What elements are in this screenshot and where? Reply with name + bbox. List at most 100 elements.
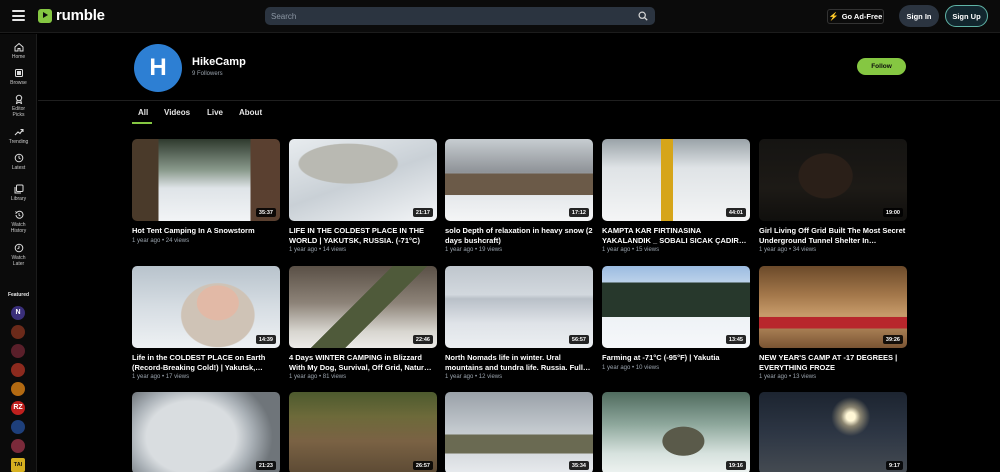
video-meta: 1 year ago • 19 views <box>445 247 503 253</box>
video-duration: 39:26 <box>882 335 903 344</box>
video-duration: 17:12 <box>568 208 589 217</box>
video-thumbnail[interactable]: 13:45 <box>602 266 750 348</box>
sidebar-item-watch-later[interactable]: Watch Later <box>0 243 37 267</box>
tab-about[interactable]: About <box>239 108 262 117</box>
video-duration: 44:01 <box>725 208 746 217</box>
video-card[interactable]: 44:01 KAMPTA KAR FIRTINASINA YAKALANDIK … <box>602 139 750 253</box>
video-card[interactable]: 26:57 <box>289 392 437 472</box>
featured-channel-avatar[interactable] <box>11 439 25 453</box>
video-duration: 35:37 <box>255 208 276 217</box>
sidebar-item-browse[interactable]: Browse <box>0 68 37 87</box>
bolt-icon: ⚡ <box>828 12 839 21</box>
video-card[interactable]: 39:26 NEW YEAR'S CAMP AT -17 DEGREES | E… <box>759 266 907 380</box>
video-meta: 1 year ago • 15 views <box>602 247 660 253</box>
video-title[interactable]: North Nomads life in winter. Ural mounta… <box>445 353 593 372</box>
sidebar-item-library[interactable]: Library <box>0 184 37 203</box>
divider <box>38 100 1000 101</box>
video-card[interactable]: 19:00 Girl Living Off Grid Built The Mos… <box>759 139 907 253</box>
video-thumbnail[interactable]: 39:26 <box>759 266 907 348</box>
featured-channel-avatar[interactable] <box>11 420 25 434</box>
video-meta: 1 year ago • 10 views <box>602 364 660 371</box>
watch-later-icon <box>14 243 23 253</box>
sidebar-item-editor-picks[interactable]: Editor Picks <box>0 94 37 118</box>
video-card[interactable]: 9:17 <box>759 392 907 472</box>
browse-icon <box>14 69 23 77</box>
video-card[interactable]: 21:23 <box>132 392 280 472</box>
video-thumbnail[interactable]: 17:12 <box>445 139 593 221</box>
follow-button[interactable]: Follow <box>857 58 906 75</box>
video-meta: 1 year ago • 24 views <box>132 237 190 244</box>
video-title[interactable]: KAMPTA KAR FIRTINASINA YAKALANDIK _ SOBA… <box>602 226 750 245</box>
video-thumbnail[interactable]: 19:00 <box>759 139 907 221</box>
video-meta: 1 year ago • 34 views <box>759 247 817 253</box>
featured-channel-avatar[interactable] <box>11 382 25 396</box>
search-input[interactable] <box>271 7 631 25</box>
video-card[interactable]: 22:46 4 Days WINTER CAMPING in Blizzard … <box>289 266 437 380</box>
video-thumbnail[interactable]: 56:57 <box>445 266 593 348</box>
video-title[interactable]: NEW YEAR'S CAMP AT -17 DEGREES | EVERYTH… <box>759 353 907 372</box>
sidebar-item-label: Editor Picks <box>11 106 26 118</box>
video-thumbnail[interactable]: 44:01 <box>602 139 750 221</box>
featured-channel-avatar[interactable]: RZ <box>11 401 25 415</box>
video-thumbnail[interactable]: 22:46 <box>289 266 437 348</box>
sidebar-item-trending[interactable]: Trending <box>0 127 37 146</box>
video-title[interactable]: Life in the COLDEST PLACE on Earth (Reco… <box>132 353 280 372</box>
video-title[interactable]: LIFE IN THE COLDEST PLACE IN THE WORLD |… <box>289 226 437 245</box>
featured-channel-avatar[interactable] <box>11 344 25 358</box>
video-card[interactable]: 21:17 LIFE IN THE COLDEST PLACE IN THE W… <box>289 139 437 253</box>
channel-name: HikeCamp <box>192 56 246 68</box>
video-thumbnail[interactable]: 26:57 <box>289 392 437 472</box>
video-card[interactable]: 14:39 Life in the COLDEST PLACE on Earth… <box>132 266 280 380</box>
video-card[interactable]: 13:45 Farming at -71°C (-95°F) | Yakutia… <box>602 266 750 371</box>
video-duration: 56:57 <box>568 335 589 344</box>
sidebar: Home Browse Editor Picks Trending Latest… <box>0 34 37 472</box>
video-card[interactable]: 35:37 Hot Tent Camping In A Snowstorm 1 … <box>132 139 280 244</box>
video-card[interactable]: 17:12 solo Depth of relaxation in heavy … <box>445 139 593 253</box>
featured-channel-avatar[interactable] <box>11 325 25 339</box>
sidebar-item-label: Library <box>10 196 27 202</box>
video-title[interactable]: 4 Days WINTER CAMPING in Blizzard With M… <box>289 353 437 372</box>
go-ad-free-button[interactable]: ⚡ Go Ad-Free <box>827 9 884 24</box>
video-thumbnail[interactable]: 21:23 <box>132 392 280 472</box>
video-thumbnail[interactable]: 9:17 <box>759 392 907 472</box>
menu-icon[interactable] <box>12 10 25 21</box>
video-card[interactable]: 56:57 North Nomads life in winter. Ural … <box>445 266 593 380</box>
search-bar <box>265 7 655 25</box>
sign-up-button[interactable]: Sign Up <box>945 5 988 27</box>
video-duration: 21:23 <box>255 461 276 470</box>
video-duration: 9:17 <box>885 461 903 470</box>
sign-in-button[interactable]: Sign In <box>899 5 939 27</box>
video-title[interactable]: Farming at -71°C (-95°F) | Yakutia <box>602 353 750 363</box>
video-thumbnail[interactable]: 14:39 <box>132 266 280 348</box>
video-thumbnail[interactable]: 21:17 <box>289 139 437 221</box>
video-card[interactable]: 19:16 <box>602 392 750 472</box>
home-icon <box>14 42 23 52</box>
rumble-logo-icon <box>38 8 52 23</box>
sidebar-item-label: Home <box>11 54 26 60</box>
sidebar-item-watch-history[interactable]: Watch History <box>0 210 37 234</box>
video-thumbnail[interactable]: 19:16 <box>602 392 750 472</box>
featured-channel-avatar[interactable]: TAI <box>11 458 25 472</box>
rumble-logo[interactable]: rumble <box>38 7 105 24</box>
video-card[interactable]: 35:34 <box>445 392 593 472</box>
clock-icon <box>14 153 23 163</box>
video-title[interactable]: Hot Tent Camping In A Snowstorm <box>132 226 280 236</box>
featured-channel-avatar[interactable]: N <box>11 306 25 320</box>
featured-channel-avatar[interactable] <box>11 363 25 377</box>
video-title[interactable]: Girl Living Off Grid Built The Most Secr… <box>759 226 907 245</box>
sidebar-item-label: Watch History <box>10 222 27 234</box>
tab-all[interactable]: All <box>138 108 148 117</box>
sidebar-item-latest[interactable]: Latest <box>0 153 37 172</box>
video-thumbnail[interactable]: 35:37 <box>132 139 280 221</box>
tab-videos[interactable]: Videos <box>164 108 190 117</box>
video-meta: 1 year ago • 17 views <box>132 374 190 380</box>
editor-picks-icon <box>15 94 22 104</box>
video-duration: 21:17 <box>412 208 433 217</box>
video-title[interactable]: solo Depth of relaxation in heavy snow (… <box>445 226 593 245</box>
featured-label: Featured <box>7 292 30 298</box>
tab-live[interactable]: Live <box>207 108 223 117</box>
sidebar-item-label: Browse <box>10 80 27 86</box>
search-icon[interactable] <box>638 11 648 21</box>
sidebar-item-home[interactable]: Home <box>0 42 37 61</box>
video-thumbnail[interactable]: 35:34 <box>445 392 593 472</box>
